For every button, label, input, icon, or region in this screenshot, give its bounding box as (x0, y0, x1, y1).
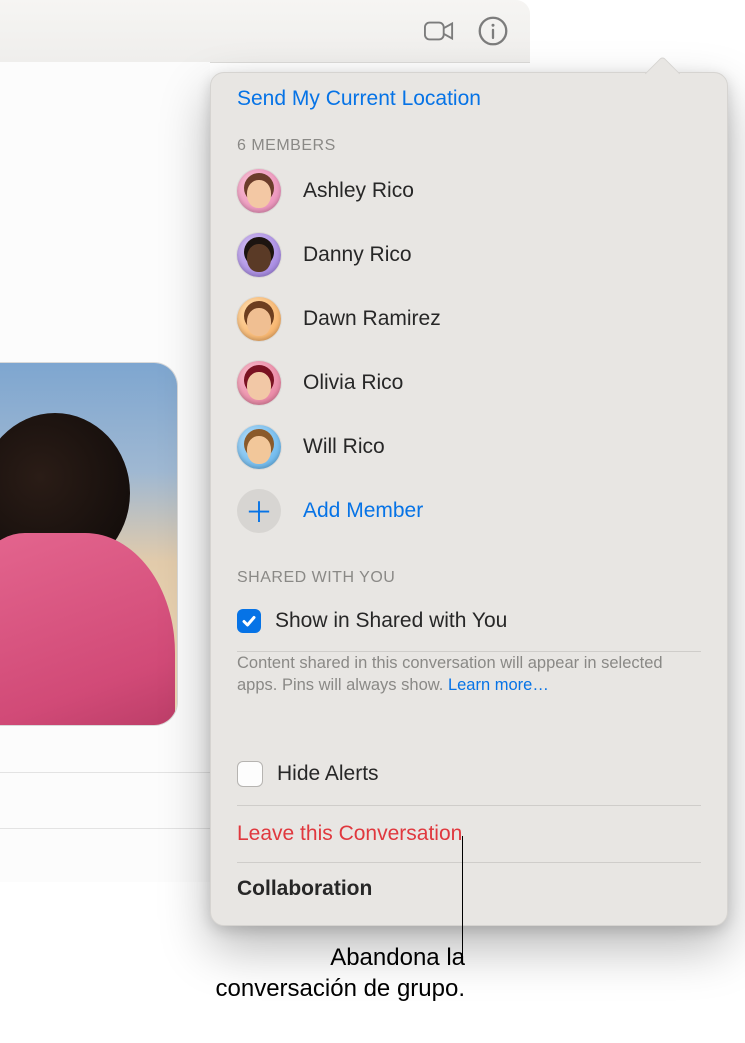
avatar (237, 361, 281, 405)
plus-icon: ＋ (237, 489, 281, 533)
member-name: Will Rico (303, 435, 385, 459)
details-popover: Send My Current Location 6 MEMBERS Ashle… (210, 72, 728, 926)
collaboration-section-title: Collaboration (211, 863, 727, 901)
member-name: Ashley Rico (303, 179, 414, 203)
shared-header: SHARED WITH YOU (237, 569, 701, 587)
member-name: Dawn Ramirez (303, 307, 441, 331)
member-name: Danny Rico (303, 243, 412, 267)
member-name: Olivia Rico (303, 371, 403, 395)
callout-caption: Abandona laconversación de grupo. (165, 943, 465, 1004)
info-icon[interactable] (478, 16, 508, 51)
leave-conversation-link[interactable]: Leave this Conversation (211, 806, 727, 862)
checkbox-icon (237, 609, 261, 633)
member-row[interactable]: Olivia Rico (237, 351, 701, 415)
videocam-icon[interactable] (424, 16, 454, 51)
pane-divider (0, 772, 210, 773)
members-header: 6 MEMBERS (237, 137, 701, 155)
window-toolbar (0, 0, 530, 63)
hide-alerts-label: Hide Alerts (277, 762, 379, 786)
avatar (237, 233, 281, 277)
photo-content (0, 363, 177, 725)
avatar (237, 425, 281, 469)
member-row[interactable]: Dawn Ramirez (237, 287, 701, 351)
hide-alerts-toggle[interactable]: Hide Alerts (211, 743, 727, 805)
conversation-pane (0, 62, 210, 882)
member-row[interactable]: Will Rico (237, 415, 701, 479)
send-location-link[interactable]: Send My Current Location (237, 87, 701, 111)
avatar (237, 297, 281, 341)
member-row[interactable]: Ashley Rico (237, 159, 701, 223)
callout-leader-line (462, 836, 463, 958)
shared-with-you-label: Show in Shared with You (275, 609, 507, 633)
add-member-label: Add Member (303, 499, 423, 523)
member-row[interactable]: Danny Rico (237, 223, 701, 287)
shared-with-you-toggle[interactable]: Show in Shared with You (211, 591, 727, 651)
shared-help-text: Content shared in this conversation will… (211, 652, 727, 705)
pane-divider (0, 828, 210, 829)
message-photo-bubble (0, 362, 178, 726)
members-list: Ashley Rico Danny Rico Dawn Ramirez Olivia … (237, 159, 701, 479)
learn-more-link[interactable]: Learn more… (448, 676, 549, 694)
add-member-row[interactable]: ＋ Add Member (237, 479, 701, 543)
checkbox-icon (237, 761, 263, 787)
avatar (237, 169, 281, 213)
